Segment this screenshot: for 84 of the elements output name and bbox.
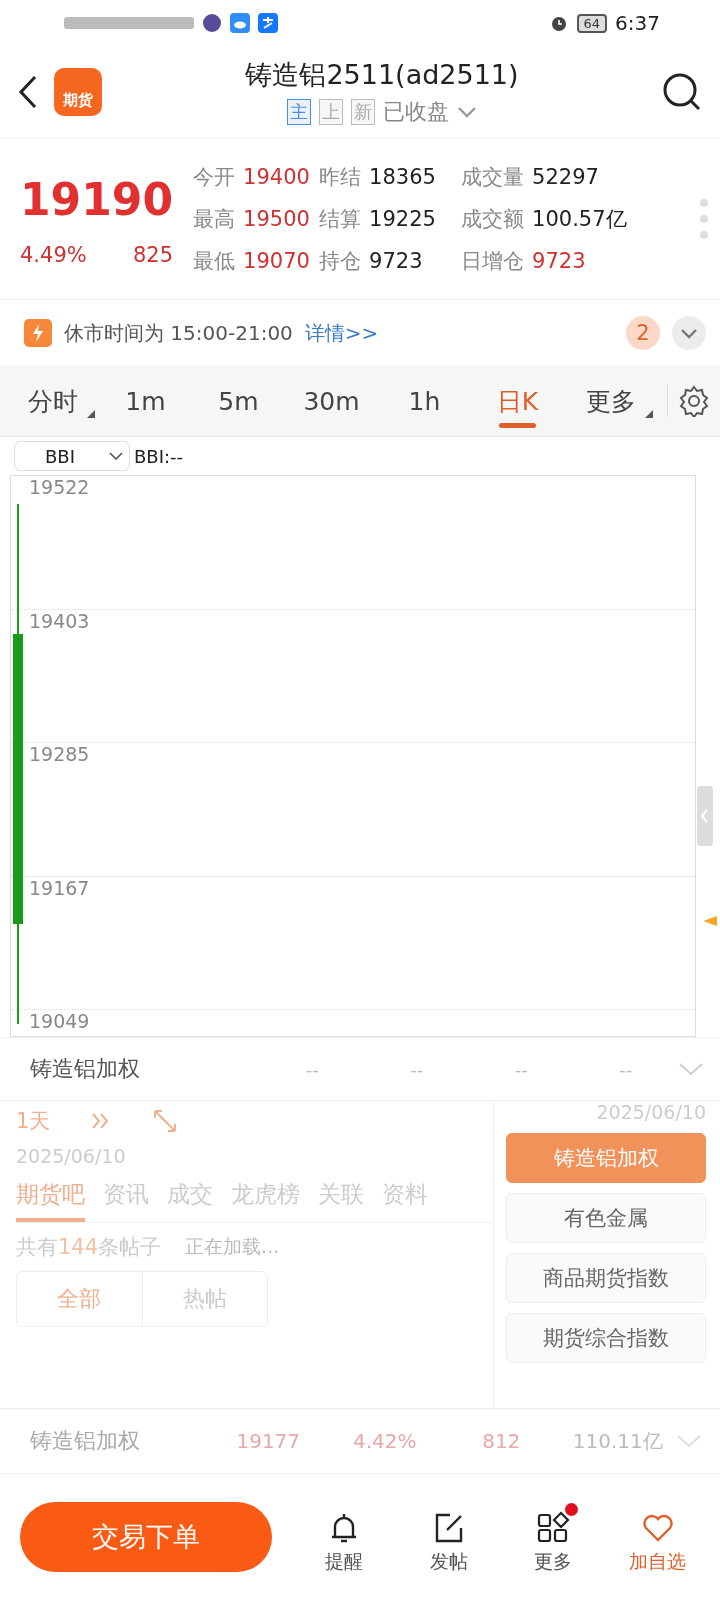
stat-label: 结算 — [319, 206, 362, 233]
details-link[interactable]: 详情>> — [304, 319, 614, 347]
change-amount: 825 — [133, 242, 174, 267]
filter-tab[interactable]: 全部 — [17, 1272, 142, 1326]
stat-value: 18365 — [369, 165, 436, 189]
stat-value: 100.57亿 — [532, 206, 627, 233]
toolbar-action[interactable]: 发帖 — [396, 1499, 501, 1575]
stat-value: 19070 — [243, 249, 310, 273]
axis-label: 19285 — [29, 743, 90, 765]
stat-label: 最高 — [193, 206, 236, 233]
lightning-icon — [24, 319, 52, 347]
stat-label: 最低 — [193, 248, 236, 275]
notification-dot — [565, 1503, 579, 1516]
index-change-percent: 4.42% — [351, 1429, 418, 1453]
market-status[interactable]: 已收盘 — [383, 97, 449, 127]
side-handle-icon[interactable] — [697, 786, 713, 846]
app-icon — [202, 13, 222, 33]
contract-title: 铸造铝2511(ad2511) — [245, 58, 519, 92]
period-tab[interactable]: 1m — [99, 366, 192, 436]
contract-tag[interactable]: 上 — [319, 99, 343, 125]
axis-label: 19049 — [29, 1010, 90, 1032]
back-icon[interactable] — [18, 75, 38, 109]
period-tab[interactable]: 30m — [285, 366, 378, 436]
stat-label: 成交量 — [461, 164, 525, 191]
indicator-select[interactable]: BBI — [14, 441, 130, 471]
price-marker-icon — [703, 916, 717, 926]
axis-label: 19403 — [29, 609, 90, 632]
battery-level: 64 — [576, 13, 608, 33]
expand-icon[interactable] — [672, 316, 706, 350]
index-price: 19177 — [235, 1429, 302, 1453]
chevron-down-icon[interactable] — [109, 452, 123, 460]
toolbar-action[interactable]: 加自选 — [605, 1499, 710, 1575]
index-value: -- — [409, 1058, 425, 1080]
index-value: -- — [618, 1058, 634, 1080]
index-change: 812 — [481, 1429, 522, 1453]
trade-button[interactable]: 交易下单 — [20, 1502, 272, 1572]
stat-label: 昨结 — [319, 164, 362, 191]
toolbar-action[interactable]: 提醒 — [292, 1499, 397, 1575]
notice-count[interactable]: 2 — [626, 316, 660, 350]
range-label[interactable]: 1天 — [16, 1107, 51, 1135]
period-tab[interactable]: 1h — [378, 366, 471, 436]
period-tab[interactable]: 日K — [471, 366, 564, 436]
contract-tag[interactable]: 主 — [287, 99, 311, 125]
change-percent: 4.49% — [20, 242, 87, 267]
stat-value: 9723 — [532, 249, 586, 273]
index-name: 铸造铝加权 — [30, 1055, 141, 1083]
cloud-icon — [230, 13, 250, 33]
payment-app-icon — [258, 13, 278, 33]
index-option[interactable]: 期货综合指数 — [506, 1313, 706, 1363]
grid-icon — [536, 1511, 571, 1545]
index-value: -- — [513, 1058, 529, 1080]
stat-label: 成交额 — [461, 206, 525, 233]
contract-tag[interactable]: 新 — [351, 99, 375, 125]
resize-arrows-icon[interactable] — [152, 1108, 179, 1134]
period-tab[interactable]: 分时 — [6, 366, 99, 436]
stat-value: 19500 — [243, 207, 310, 231]
section-tab[interactable]: 期货吧 — [16, 1177, 85, 1222]
last-price: 19190 — [20, 173, 174, 228]
period-tab[interactable]: 更多 — [564, 366, 657, 436]
clock-time: 6:37 — [615, 11, 660, 35]
stat-label: 今开 — [193, 164, 236, 191]
indicator-reading: BBI:-- — [134, 445, 184, 467]
settings-icon[interactable] — [667, 385, 710, 417]
search-icon[interactable] — [662, 72, 702, 112]
app-logo: 期货 — [54, 68, 102, 116]
period-tab[interactable]: 5m — [192, 366, 285, 436]
axis-label: 19167 — [29, 876, 90, 899]
index-option[interactable]: 商品期货指数 — [506, 1253, 706, 1303]
axis-label: 19522 — [29, 476, 90, 498]
stat-label: 日增仓 — [461, 248, 525, 275]
index-option[interactable]: 有色金属 — [506, 1193, 706, 1243]
notice-text: 休市时间为 15:00-21:00 — [64, 319, 293, 347]
stat-value: 9723 — [369, 249, 423, 273]
more-dots-icon[interactable] — [700, 199, 708, 239]
index-name: 铸造铝加权 — [30, 1427, 141, 1455]
loading-text: 正在加载... — [185, 1234, 280, 1259]
index-option[interactable]: 铸造铝加权 — [506, 1133, 706, 1183]
index-amount: 110.11亿 — [571, 1427, 664, 1455]
stat-value: 19400 — [243, 165, 310, 189]
stat-value: 19225 — [369, 207, 436, 231]
toolbar-action[interactable]: 更多 — [501, 1499, 606, 1575]
index-value: -- — [304, 1058, 320, 1080]
stat-label: 持仓 — [319, 248, 362, 275]
stat-value: 52297 — [532, 165, 599, 189]
